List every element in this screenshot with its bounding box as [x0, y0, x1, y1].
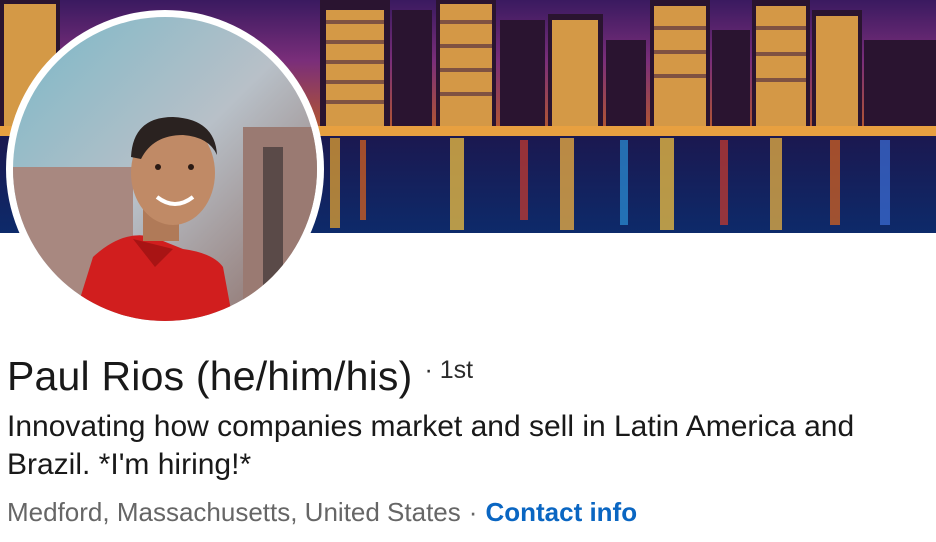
connection-degree: · 1st [424, 356, 474, 384]
profile-headline: Innovating how companies market and sell… [7, 410, 855, 481]
profile-location: Medford, Massachusetts, United States [7, 497, 461, 527]
profile-name: Paul Rios (he/him/his) [7, 353, 413, 399]
avatar[interactable] [13, 17, 317, 321]
separator-dot: · [468, 497, 478, 527]
name-row: Paul Rios (he/him/his) · 1st [7, 350, 473, 402]
contact-info-link[interactable]: Contact info [485, 497, 637, 527]
profile-card: Paul Rios (he/him/his) · 1st Innovating … [0, 0, 936, 542]
location-row: Medford, Massachusetts, United States · Co… [7, 494, 637, 530]
profile-photo [13, 17, 317, 321]
